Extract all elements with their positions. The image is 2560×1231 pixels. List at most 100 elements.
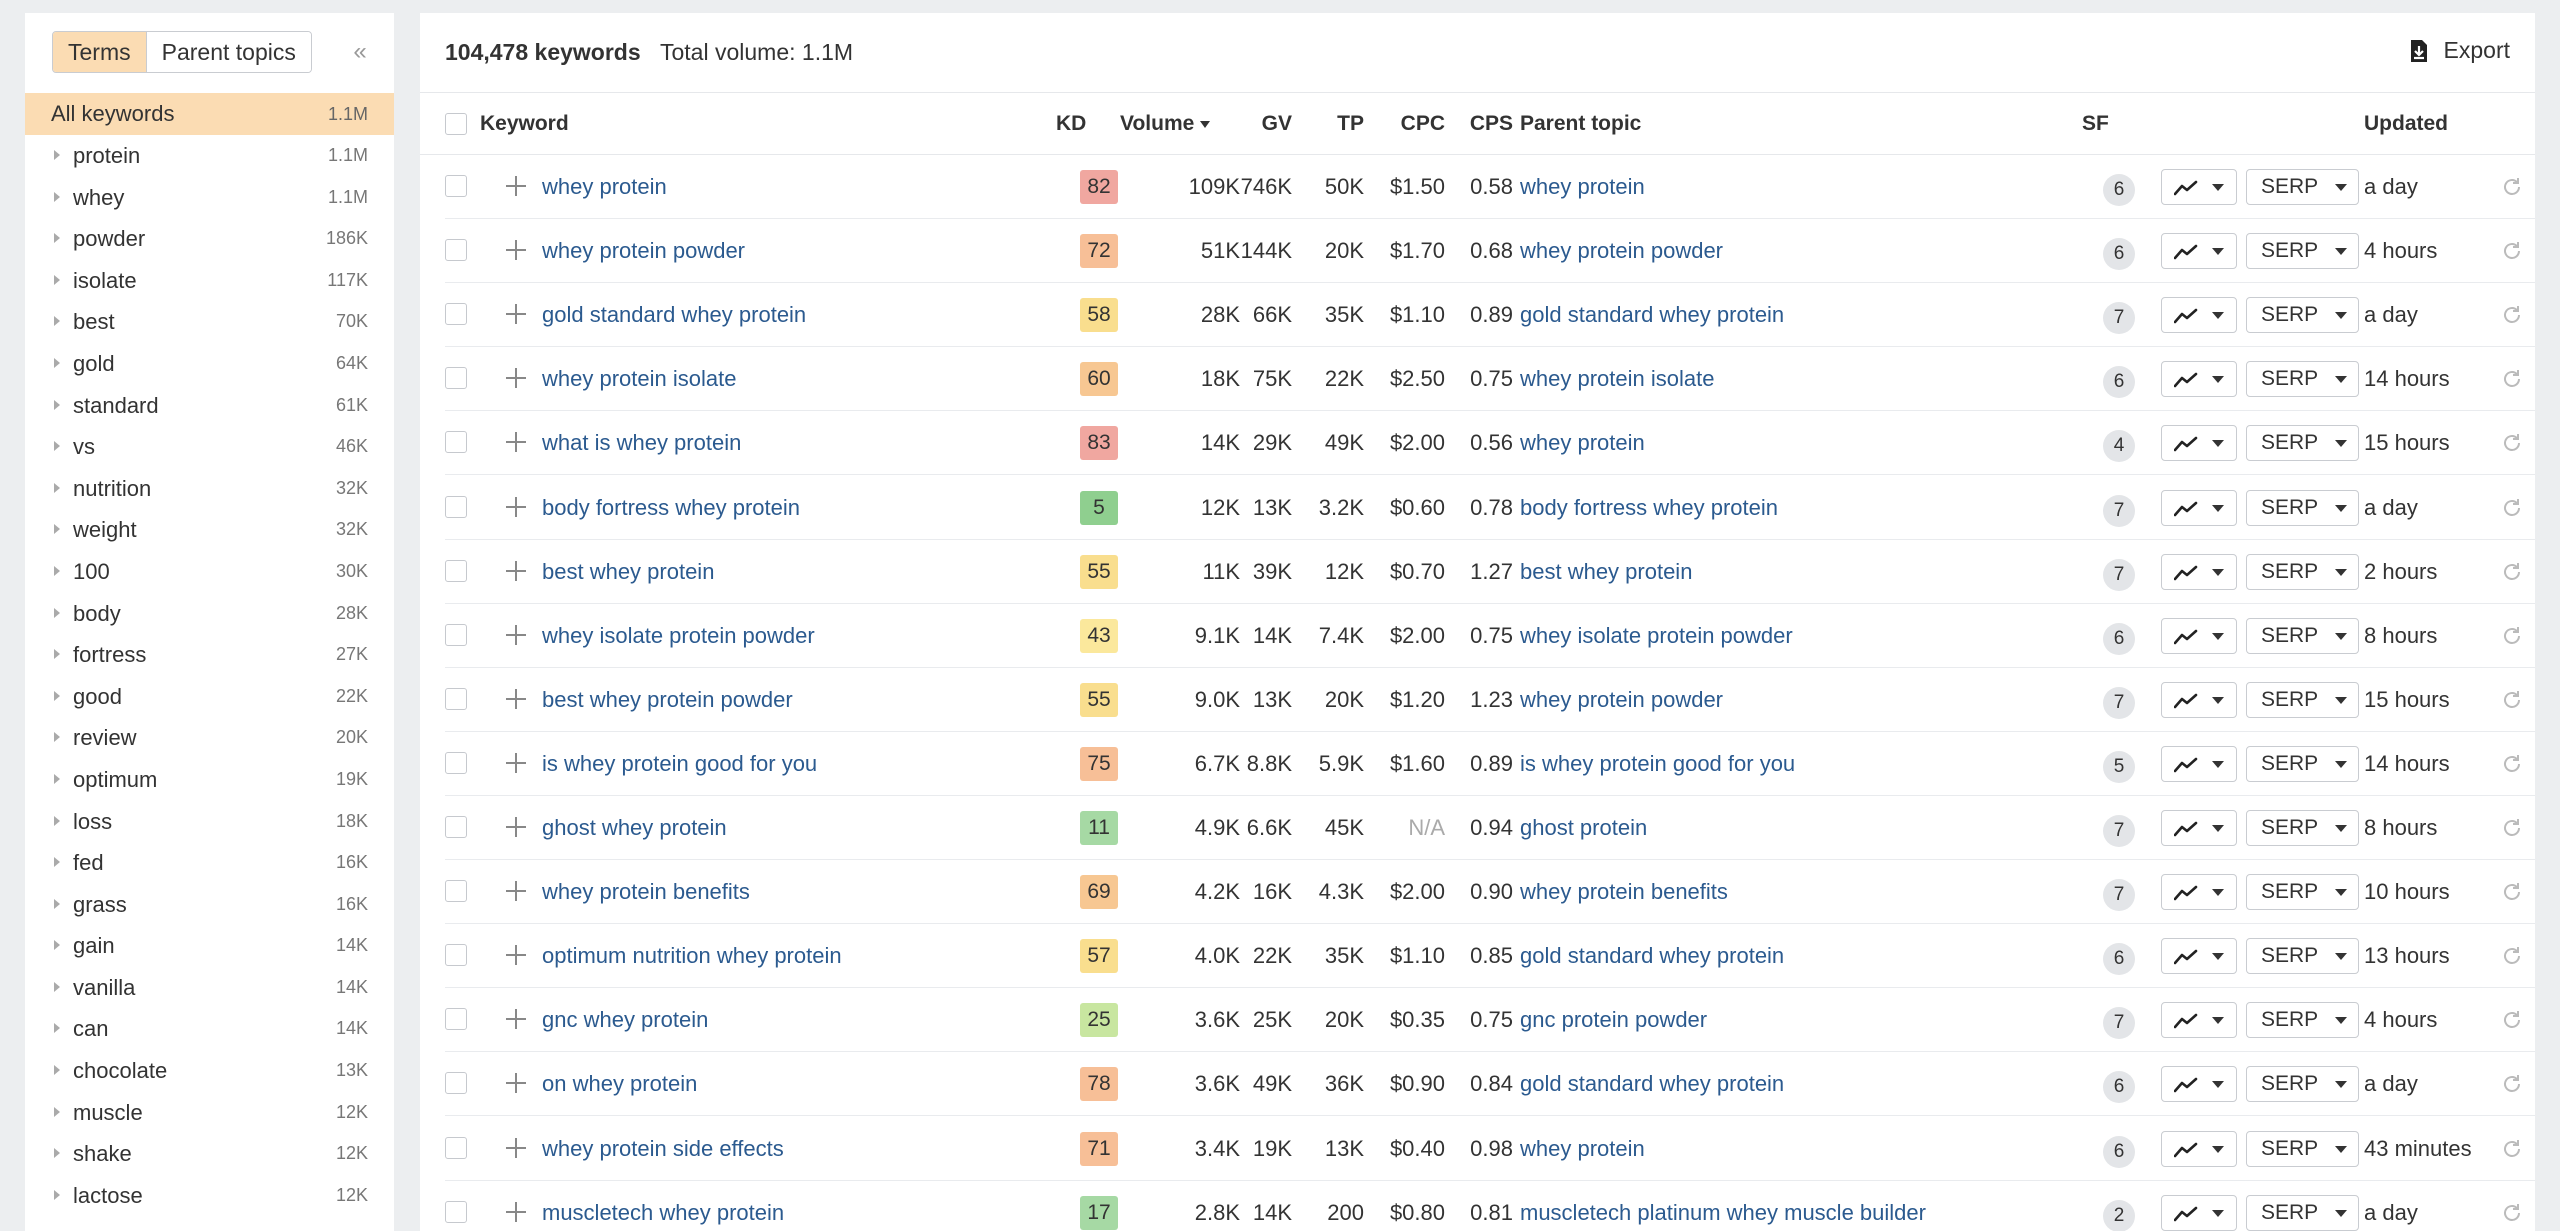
row-checkbox[interactable] <box>445 751 467 774</box>
row-checkbox[interactable] <box>445 495 467 518</box>
keyword-link[interactable]: whey isolate protein powder <box>542 604 815 668</box>
row-checkbox[interactable] <box>445 623 467 646</box>
expand-arrow-icon[interactable] <box>54 649 60 660</box>
sidebar-item[interactable]: chocolate 13K <box>25 1050 394 1092</box>
sidebar-item[interactable]: body 28K <box>25 593 394 635</box>
serp-features-count[interactable]: 5 <box>2103 750 2135 783</box>
serp-dropdown[interactable]: SERP <box>2246 1130 2359 1167</box>
refresh-icon[interactable] <box>2500 688 2524 712</box>
sidebar-item[interactable]: optimum 19K <box>25 759 394 801</box>
column-updated[interactable]: Updated <box>2364 93 2448 155</box>
row-checkbox[interactable] <box>445 1072 467 1095</box>
refresh-icon[interactable] <box>2500 175 2524 199</box>
add-to-list-icon[interactable] <box>505 688 527 710</box>
keyword-link[interactable]: muscletech whey protein <box>542 1181 784 1231</box>
sidebar-item[interactable]: fortress 27K <box>25 634 394 676</box>
expand-arrow-icon[interactable] <box>54 815 60 826</box>
keyword-link[interactable]: whey protein <box>542 155 667 219</box>
row-checkbox[interactable] <box>445 1136 467 1159</box>
parent-topic-link[interactable]: whey protein powder <box>1520 668 1723 732</box>
expand-arrow-icon[interactable] <box>54 524 60 535</box>
column-volume[interactable]: Volume <box>1120 93 1211 155</box>
expand-arrow-icon[interactable] <box>54 441 60 452</box>
trend-dropdown[interactable] <box>2161 617 2237 654</box>
refresh-icon[interactable] <box>2500 816 2524 840</box>
sidebar-item[interactable]: gain 14K <box>25 925 394 967</box>
keyword-link[interactable]: optimum nutrition whey protein <box>542 924 842 988</box>
serp-features-count[interactable]: 7 <box>2103 558 2135 591</box>
refresh-icon[interactable] <box>2500 1137 2524 1161</box>
trend-dropdown[interactable] <box>2161 553 2237 590</box>
parent-topic-link[interactable]: gold standard whey protein <box>1520 924 1784 988</box>
serp-features-count[interactable]: 6 <box>2103 622 2135 655</box>
keyword-link[interactable]: ghost whey protein <box>542 796 727 860</box>
tab-terms[interactable]: Terms <box>53 32 147 72</box>
keyword-link[interactable]: best whey protein <box>542 540 714 604</box>
serp-features-count[interactable]: 7 <box>2103 302 2135 335</box>
parent-topic-link[interactable]: gold standard whey protein <box>1520 1052 1784 1116</box>
expand-arrow-icon[interactable] <box>54 1065 60 1076</box>
expand-arrow-icon[interactable] <box>54 565 60 576</box>
serp-features-count[interactable]: 6 <box>2103 1135 2135 1168</box>
sidebar-item[interactable]: review 20K <box>25 717 394 759</box>
trend-dropdown[interactable] <box>2161 425 2237 462</box>
row-checkbox[interactable] <box>445 175 467 197</box>
add-to-list-icon[interactable] <box>505 816 527 838</box>
refresh-icon[interactable] <box>2500 560 2524 584</box>
expand-arrow-icon[interactable] <box>54 150 60 160</box>
serp-features-count[interactable]: 7 <box>2103 494 2135 527</box>
column-kd[interactable]: KD <box>1056 93 1086 155</box>
row-checkbox[interactable] <box>445 944 467 967</box>
refresh-icon[interactable] <box>2500 367 2524 391</box>
column-gv[interactable]: GV <box>1240 93 1292 155</box>
trend-dropdown[interactable] <box>2161 489 2237 526</box>
expand-arrow-icon[interactable] <box>54 898 60 909</box>
column-keyword[interactable]: Keyword <box>480 93 569 155</box>
expand-arrow-icon[interactable] <box>54 732 60 743</box>
column-cpc[interactable]: CPC <box>1370 93 1445 155</box>
parent-topic-link[interactable]: muscletech platinum whey muscle builder <box>1520 1181 1926 1231</box>
keyword-link[interactable]: gold standard whey protein <box>542 283 806 347</box>
sidebar-item[interactable]: vs 46K <box>25 426 394 468</box>
sidebar-item[interactable]: standard 61K <box>25 385 394 427</box>
serp-dropdown[interactable]: SERP <box>2246 1194 2359 1231</box>
serp-dropdown[interactable]: SERP <box>2246 617 2359 654</box>
trend-dropdown[interactable] <box>2161 938 2237 975</box>
add-to-list-icon[interactable] <box>505 431 527 453</box>
serp-dropdown[interactable]: SERP <box>2246 489 2359 526</box>
serp-features-count[interactable]: 4 <box>2103 430 2135 463</box>
refresh-icon[interactable] <box>2500 944 2524 968</box>
serp-dropdown[interactable]: SERP <box>2246 938 2359 975</box>
sidebar-item[interactable]: grass 16K <box>25 884 394 926</box>
sidebar-item[interactable]: weight 32K <box>25 509 394 551</box>
refresh-icon[interactable] <box>2500 1201 2524 1225</box>
sidebar-item[interactable]: muscle 12K <box>25 1092 394 1134</box>
sidebar-item[interactable]: nutrition 32K <box>25 468 394 510</box>
trend-dropdown[interactable] <box>2161 233 2237 270</box>
collapse-sidebar-icon[interactable]: « <box>345 37 375 67</box>
sidebar-item[interactable]: powder 186K <box>25 218 394 260</box>
expand-arrow-icon[interactable] <box>54 940 60 951</box>
expand-arrow-icon[interactable] <box>54 1189 60 1200</box>
trend-dropdown[interactable] <box>2161 297 2237 334</box>
serp-dropdown[interactable]: SERP <box>2246 1066 2359 1103</box>
select-all-checkbox[interactable] <box>445 113 467 135</box>
expand-arrow-icon[interactable] <box>54 857 60 868</box>
refresh-icon[interactable] <box>2500 1072 2524 1096</box>
sidebar-item[interactable]: loss 18K <box>25 801 394 843</box>
keyword-link[interactable]: is whey protein good for you <box>542 732 817 796</box>
column-sf[interactable]: SF <box>2082 93 2109 155</box>
trend-dropdown[interactable] <box>2161 1194 2237 1231</box>
sidebar-item[interactable]: shake 12K <box>25 1133 394 1175</box>
row-checkbox[interactable] <box>445 1008 467 1031</box>
export-button[interactable]: Export <box>2408 37 2510 64</box>
expand-arrow-icon[interactable] <box>54 233 60 244</box>
keyword-link[interactable]: on whey protein <box>542 1052 697 1116</box>
parent-topic-link[interactable]: ghost protein <box>1520 796 1647 860</box>
add-to-list-icon[interactable] <box>505 239 527 261</box>
expand-arrow-icon[interactable] <box>54 773 60 784</box>
parent-topic-link[interactable]: whey protein isolate <box>1520 347 1714 411</box>
parent-topic-link[interactable]: body fortress whey protein <box>1520 476 1778 540</box>
keyword-link[interactable]: whey protein isolate <box>542 347 736 411</box>
trend-dropdown[interactable] <box>2161 361 2237 398</box>
